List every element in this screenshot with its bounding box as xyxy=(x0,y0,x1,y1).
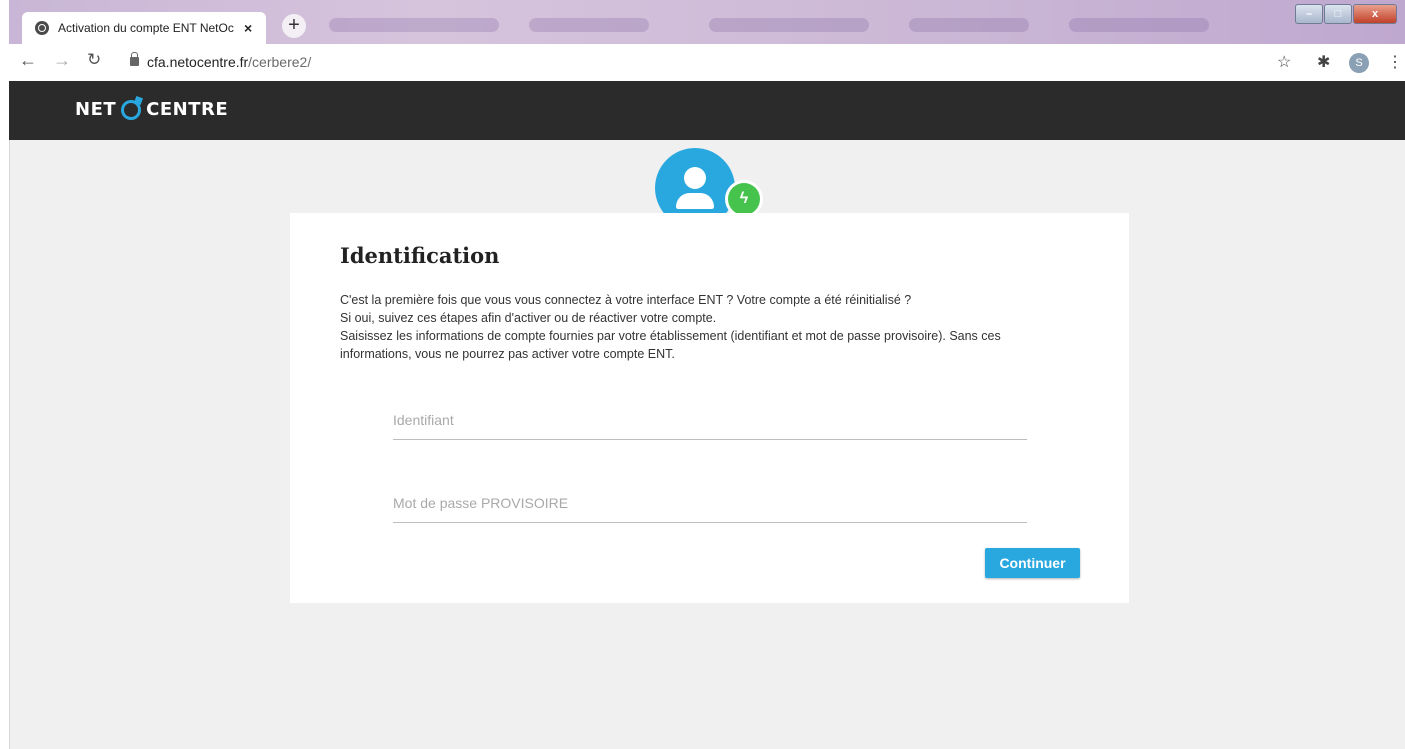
back-arrow-icon[interactable]: ← xyxy=(19,50,37,71)
description: C'est la première fois que vous vous con… xyxy=(340,291,1080,363)
netocentre-logo[interactable]: NET CENTRE xyxy=(75,99,228,120)
forward-arrow-icon[interactable]: → xyxy=(53,50,71,71)
reload-icon[interactable]: ↻ xyxy=(87,50,101,70)
identification-card: Identification C'est la première fois qu… xyxy=(290,213,1129,603)
minimize-button[interactable]: – xyxy=(1295,4,1323,24)
profile-avatar[interactable]: S xyxy=(1349,53,1369,73)
blurred-tab[interactable] xyxy=(329,18,499,32)
blurred-tab[interactable] xyxy=(709,18,869,32)
address-bar[interactable]: cfa.netocentre.fr/cerbere2/ xyxy=(147,54,311,70)
new-tab-button[interactable]: + xyxy=(282,14,306,38)
blurred-tab[interactable] xyxy=(909,18,1029,32)
avatar-body xyxy=(676,193,714,209)
maximize-button[interactable]: □ xyxy=(1324,4,1352,24)
logo-ring-icon xyxy=(121,99,142,120)
browser-tab-active[interactable]: Activation du compte ENT NetOc × xyxy=(22,12,266,44)
lock-icon xyxy=(130,52,139,66)
url-path: /cerbere2/ xyxy=(248,54,312,70)
page-title: Identification xyxy=(340,243,500,268)
blurred-tab[interactable] xyxy=(529,18,649,32)
site-header: NET CENTRE xyxy=(9,81,1405,140)
url-domain: cfa.netocentre.fr xyxy=(147,54,249,70)
extensions-icon[interactable]: ✱ xyxy=(1317,52,1330,72)
lightning-bolt-icon: ϟ xyxy=(728,183,760,215)
menu-dots-icon[interactable]: ⋮ xyxy=(1387,52,1403,72)
tab-title: Activation du compte ENT NetOc xyxy=(58,21,234,35)
description-line: Si oui, suivez ces étapes afin d'activer… xyxy=(340,311,717,325)
window-controls: – □ x xyxy=(1294,4,1397,24)
globe-icon xyxy=(35,21,49,35)
password-input[interactable] xyxy=(393,486,1027,520)
description-line: informations, vous ne pourrez pas active… xyxy=(340,347,675,361)
window-close-button[interactable]: x xyxy=(1353,4,1397,24)
logo-text-right: CENTRE xyxy=(146,99,229,120)
blurred-tab[interactable] xyxy=(1069,18,1209,32)
close-icon[interactable]: × xyxy=(244,20,252,36)
description-line: C'est la première fois que vous vous con… xyxy=(340,293,912,307)
description-line: Saisissez les informations de compte fou… xyxy=(340,329,1001,343)
avatar-head xyxy=(684,167,706,189)
star-icon[interactable]: ☆ xyxy=(1277,52,1291,72)
identifiant-field xyxy=(393,403,1027,440)
continue-button[interactable]: Continuer xyxy=(985,548,1080,578)
password-field xyxy=(393,486,1027,523)
browser-toolbar: ← → ↻ cfa.netocentre.fr/cerbere2/ ☆ ✱ S … xyxy=(9,44,1405,81)
logo-text-left: NET xyxy=(75,99,117,120)
identifiant-input[interactable] xyxy=(393,403,1027,437)
tab-strip: Activation du compte ENT NetOc × + – □ x xyxy=(9,0,1405,44)
